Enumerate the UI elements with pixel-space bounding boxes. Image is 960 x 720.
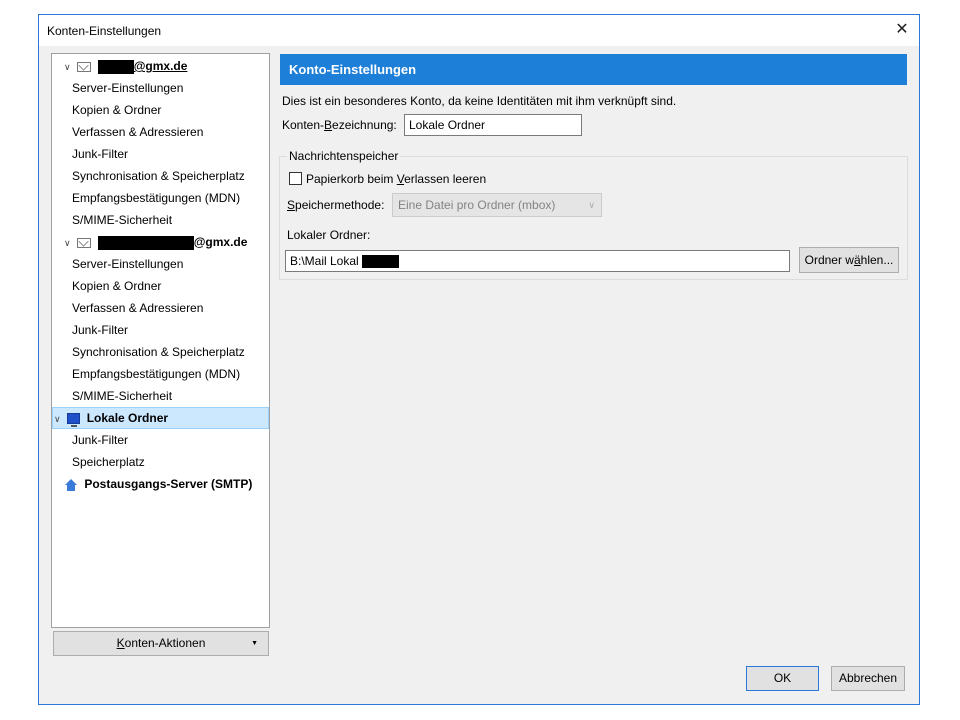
account-label: Lokale Ordner bbox=[86, 411, 169, 425]
tree-item[interactable]: Synchronisation & Speicherplatz bbox=[52, 341, 269, 363]
account-row-1[interactable]: ∨ @gmx.de bbox=[52, 55, 269, 77]
panel-header: Konto-Einstellungen bbox=[280, 54, 907, 85]
tree-item-smtp[interactable]: Postausgangs-Server (SMTP) bbox=[52, 473, 269, 495]
tree-item[interactable]: S/MIME-Sicherheit bbox=[52, 385, 269, 407]
local-directory-label: Lokaler Ordner: bbox=[287, 228, 371, 242]
account-name-label: Konten-Bezeichnung: bbox=[282, 118, 397, 132]
chevron-down-icon: ∨ bbox=[588, 200, 595, 210]
account-actions-button[interactable]: Konten-Aktionen ▼ bbox=[53, 631, 269, 656]
tree-item[interactable]: Junk-Filter bbox=[52, 319, 269, 341]
info-text: Dies ist ein besonderes Konto, da keine … bbox=[282, 94, 677, 108]
account-row-local-folders[interactable]: ∨ Lokale Ordner bbox=[52, 407, 269, 429]
account-settings-dialog: Konten-Einstellungen ✕ ∨ @gmx.de Server-… bbox=[38, 14, 920, 705]
close-icon[interactable]: ✕ bbox=[891, 19, 913, 41]
title-bar: Konten-Einstellungen ✕ bbox=[39, 15, 919, 46]
tree-item[interactable]: Speicherplatz bbox=[52, 451, 269, 473]
tree-item[interactable]: Server-Einstellungen bbox=[52, 77, 269, 99]
account-label: @gmx.de bbox=[133, 59, 188, 73]
tree-item[interactable]: Empfangsbestätigungen (MDN) bbox=[52, 187, 269, 209]
tree-item[interactable]: Kopien & Ordner bbox=[52, 275, 269, 297]
select-value: Eine Datei pro Ordner (mbox) bbox=[398, 198, 556, 212]
tree-item[interactable]: Kopien & Ordner bbox=[52, 99, 269, 121]
local-directory-input[interactable]: B:\Mail Lokal bbox=[285, 250, 790, 272]
label-part: ezeichnung: bbox=[332, 118, 397, 132]
label-part: hlen... bbox=[860, 253, 894, 267]
tree-item[interactable]: Verfassen & Adressieren bbox=[52, 297, 269, 319]
choose-folder-button[interactable]: Ordner wählen... bbox=[799, 247, 899, 273]
accesskey: K bbox=[116, 636, 125, 650]
accesskey: ä bbox=[853, 253, 861, 267]
store-method-label: Speichermethode: bbox=[287, 198, 384, 212]
redacted-block bbox=[362, 255, 400, 269]
tree-item[interactable]: Synchronisation & Speicherplatz bbox=[52, 165, 269, 187]
label-part: erlassen leeren bbox=[404, 172, 487, 186]
empty-trash-checkbox[interactable] bbox=[289, 172, 302, 185]
tree-item[interactable]: Server-Einstellungen bbox=[52, 253, 269, 275]
window-title: Konten-Einstellungen bbox=[47, 24, 162, 38]
tree-item[interactable]: Junk-Filter bbox=[52, 143, 269, 165]
account-row-2[interactable]: ∨ @gmx.de bbox=[52, 231, 269, 253]
accesskey: B bbox=[324, 118, 333, 132]
chevron-down-icon[interactable]: ∨ bbox=[64, 56, 74, 78]
chevron-down-icon[interactable]: ∨ bbox=[54, 409, 64, 429]
redacted-block bbox=[97, 235, 194, 250]
local-directory-value: B:\Mail Lokal bbox=[290, 254, 359, 268]
store-method-select: Eine Datei pro Ordner (mbox) ∨ bbox=[392, 193, 602, 217]
ok-button[interactable]: OK bbox=[746, 666, 819, 691]
dropdown-arrow-icon: ▼ bbox=[251, 640, 258, 647]
tree-item[interactable]: S/MIME-Sicherheit bbox=[52, 209, 269, 231]
smtp-label: Postausgangs-Server (SMTP) bbox=[84, 477, 253, 491]
account-name-input[interactable]: Lokale Ordner bbox=[404, 114, 582, 136]
accesskey: V bbox=[396, 172, 405, 186]
cancel-button[interactable]: Abbrechen bbox=[831, 666, 905, 691]
mail-icon bbox=[77, 61, 92, 72]
tree-item[interactable]: Verfassen & Adressieren bbox=[52, 121, 269, 143]
label-part: Konten- bbox=[282, 118, 325, 132]
button-label: onten-Aktionen bbox=[124, 636, 206, 650]
computer-icon bbox=[67, 413, 81, 428]
accesskey: S bbox=[287, 198, 296, 212]
tree-item[interactable]: Empfangsbestätigungen (MDN) bbox=[52, 363, 269, 385]
tree-item[interactable]: Junk-Filter bbox=[52, 429, 269, 451]
redacted-block bbox=[97, 59, 134, 74]
label-part: Ordner w bbox=[804, 253, 854, 267]
label-part: Papierkorb beim bbox=[306, 172, 397, 186]
storage-group-legend: Nachrichtenspeicher bbox=[287, 149, 401, 163]
account-label: @gmx.de bbox=[193, 235, 248, 249]
outgoing-server-icon bbox=[64, 478, 78, 491]
account-tree[interactable]: ∨ @gmx.de Server-Einstellungen Kopien & … bbox=[51, 53, 270, 628]
chevron-down-icon[interactable]: ∨ bbox=[64, 232, 74, 254]
label-part: peichermethode: bbox=[295, 198, 385, 212]
mail-icon bbox=[77, 237, 92, 248]
empty-trash-label[interactable]: Papierkorb beim Verlassen leeren bbox=[306, 172, 486, 186]
